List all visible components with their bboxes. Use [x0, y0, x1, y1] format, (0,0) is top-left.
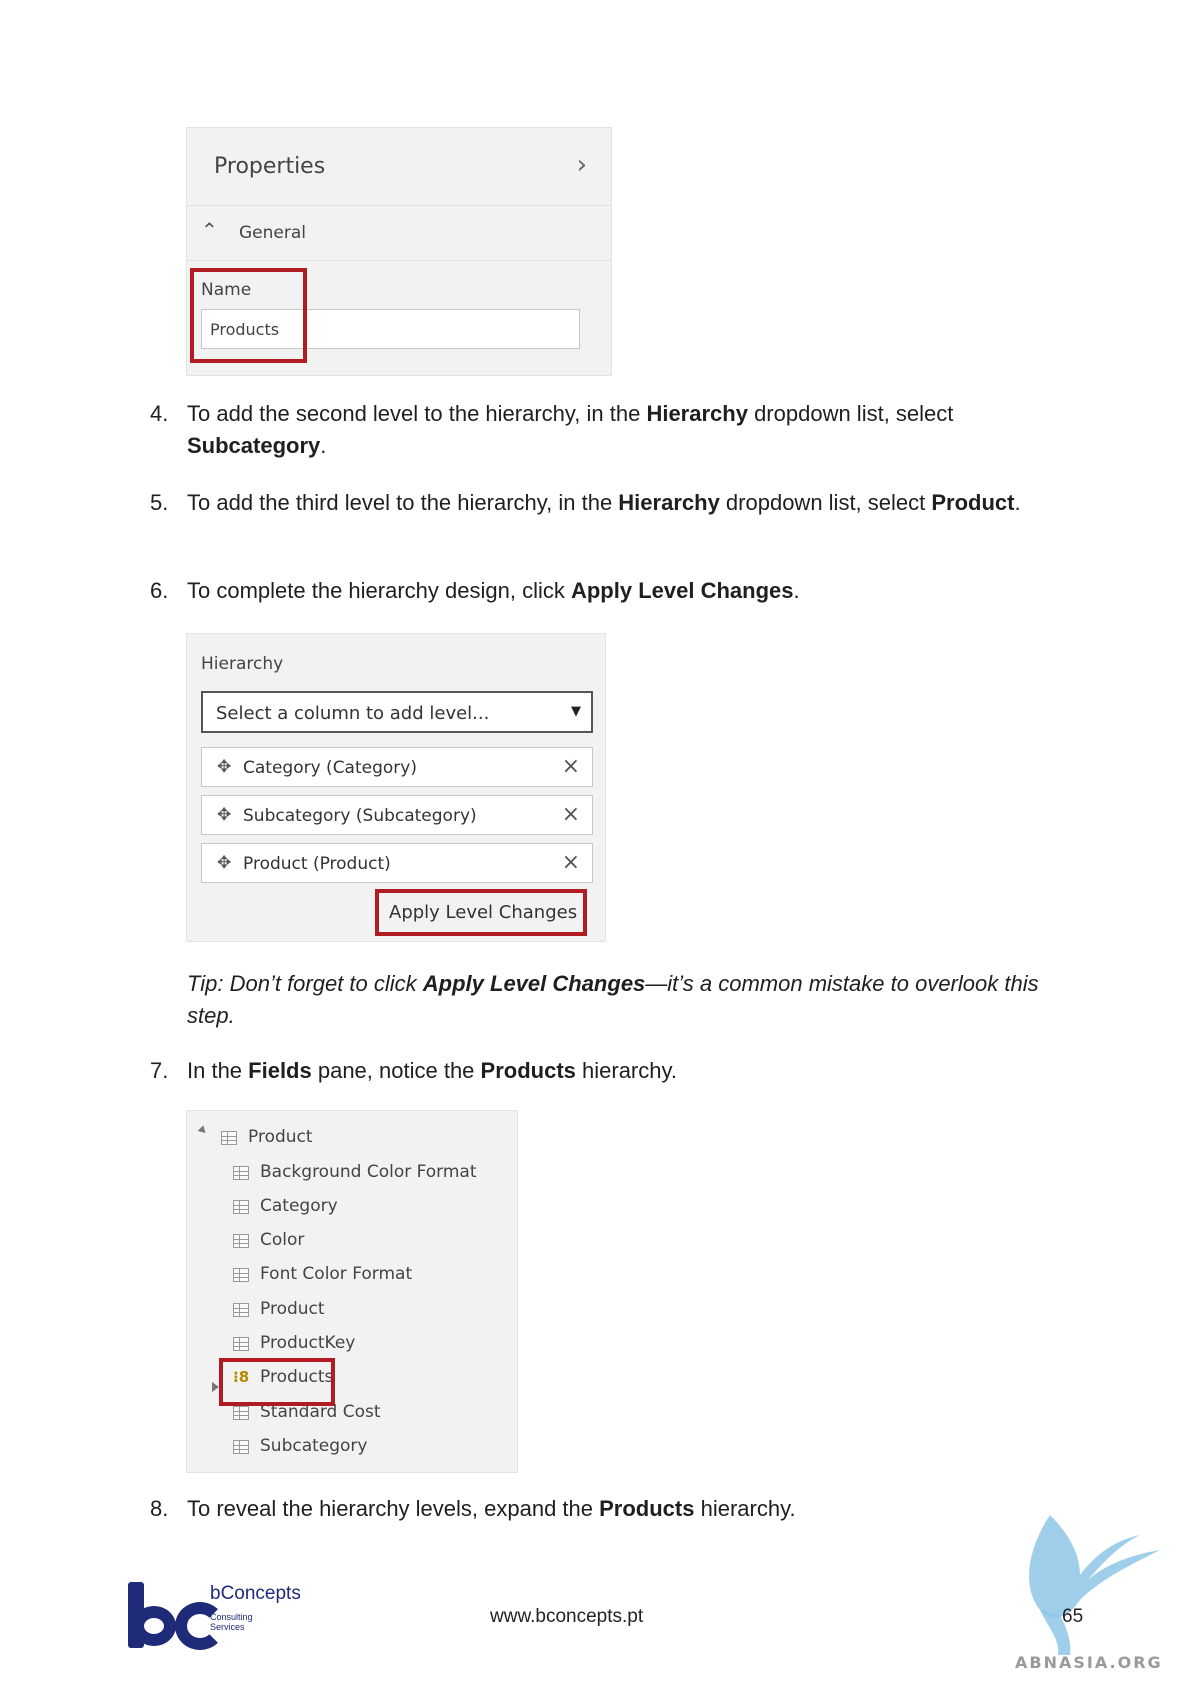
logo-subtitle: Services: [210, 1622, 245, 1632]
step-4: 4. To add the second level to the hierar…: [150, 398, 1030, 468]
hierarchy-level[interactable]: ✥ Product (Product) ×: [201, 843, 593, 883]
step-7: 7. In the Fields pane, notice the Produc…: [150, 1055, 1030, 1091]
field-icon: [233, 1200, 249, 1214]
logo-subtitle: Consulting: [210, 1612, 253, 1622]
step-8: 8. To reveal the hierarchy levels, expan…: [150, 1493, 1030, 1529]
text-run: Tip: Don’t forget to click: [187, 971, 423, 996]
field-name: Color: [260, 1230, 305, 1250]
dropdown-arrow-icon: ▼: [571, 704, 581, 719]
step-number: 6.: [150, 578, 169, 603]
fields-screenshot: Product Background Color Format Category…: [186, 1110, 518, 1473]
field-name: Category: [260, 1196, 338, 1216]
step-text: To reveal the hierarchy levels, expand t…: [187, 1493, 1032, 1525]
dropdown-placeholder: Select a column to add level...: [216, 703, 490, 724]
step-text: To add the third level to the hierarchy,…: [187, 487, 1032, 519]
bold-run: Fields: [248, 1058, 312, 1083]
bold-run: Products: [599, 1496, 695, 1521]
field-icon: [233, 1440, 249, 1454]
apply-level-changes-button[interactable]: Apply Level Changes: [375, 889, 587, 936]
field-name: Subcategory: [260, 1436, 368, 1456]
hierarchy-level[interactable]: ✥ Subcategory (Subcategory) ×: [201, 795, 593, 835]
step-number: 4.: [150, 401, 169, 426]
field-icon: [233, 1337, 249, 1351]
close-icon[interactable]: ×: [562, 754, 580, 779]
bold-run: Products: [480, 1058, 576, 1083]
step-6: 6. To complete the hierarchy design, cli…: [150, 575, 1030, 611]
dragon-shape: [1029, 1515, 1160, 1618]
move-icon[interactable]: ✥: [217, 805, 231, 825]
highlight-box: [190, 268, 307, 363]
level-label: Product (Product): [243, 854, 391, 874]
page-number: 65: [1062, 1606, 1084, 1627]
general-section-header[interactable]: ⌃ General: [187, 206, 611, 261]
field-icon: [233, 1166, 249, 1180]
table-icon: [221, 1131, 237, 1145]
watermark-logo: ABNASIA.ORG: [1015, 1515, 1163, 1672]
step-text: In the Fields pane, notice the Products …: [187, 1055, 1032, 1087]
watermark-text: ABNASIA.ORG: [1015, 1653, 1163, 1672]
close-icon[interactable]: ×: [562, 802, 580, 827]
properties-header: Properties ›: [187, 128, 611, 206]
bold-run: Apply Level Changes: [570, 578, 794, 603]
tip-note: Tip: Don’t forget to click Apply Level C…: [187, 968, 1067, 1032]
step-number: 7.: [150, 1058, 169, 1083]
logo-brand: bConcepts: [210, 1583, 301, 1604]
logo-mark: [132, 1606, 176, 1646]
text-run: hierarchy.: [694, 1496, 796, 1521]
step-number: 5.: [150, 490, 169, 515]
field-name: Background Color Format: [260, 1162, 477, 1182]
level-label: Category (Category): [243, 758, 417, 778]
text-run: .: [320, 433, 327, 458]
bold-run: Hierarchy: [618, 490, 720, 515]
expand-triangle-icon[interactable]: [197, 1125, 209, 1136]
move-icon[interactable]: ✥: [217, 757, 231, 777]
properties-screenshot: Properties › ⌃ General Name Products: [186, 127, 612, 376]
apply-button-label: Apply Level Changes: [389, 902, 578, 923]
field-name: ProductKey: [260, 1333, 356, 1353]
properties-title: Properties: [214, 154, 326, 179]
text-run: To reveal the hierarchy levels, expand t…: [187, 1496, 600, 1521]
text-run: To add the third level to the hierarchy,…: [187, 490, 619, 515]
text-run: hierarchy.: [575, 1058, 677, 1083]
step-number: 8.: [150, 1496, 169, 1521]
close-icon[interactable]: ×: [562, 850, 580, 875]
field-name: Font Color Format: [260, 1264, 413, 1284]
text-run: dropdown list, select: [747, 401, 954, 426]
text-run: pane, notice the: [311, 1058, 481, 1083]
field-icon: [233, 1303, 249, 1317]
text-run: .: [793, 578, 800, 603]
text-run: .: [1014, 490, 1021, 515]
hierarchy-screenshot: Hierarchy Select a column to add level..…: [186, 633, 606, 942]
bold-run: Hierarchy: [646, 401, 748, 426]
step-text: To add the second level to the hierarchy…: [187, 398, 1032, 462]
text-run: To complete the hierarchy design, click: [187, 578, 571, 603]
bold-run: Product: [931, 490, 1015, 515]
hierarchy-dropdown[interactable]: Select a column to add level... ▼: [201, 691, 593, 733]
text-run: To add the second level to the hierarchy…: [187, 401, 647, 426]
level-label: Subcategory (Subcategory): [243, 806, 477, 826]
step-5: 5. To add the third level to the hierarc…: [150, 487, 1030, 557]
chevron-up-icon[interactable]: ⌃: [201, 218, 218, 242]
bold-run: Subcategory: [187, 433, 321, 458]
table-name: Product: [248, 1127, 313, 1147]
step-text: To complete the hierarchy design, click …: [187, 575, 1032, 607]
text-run: In the: [187, 1058, 249, 1083]
field-icon: [233, 1234, 249, 1248]
general-section-label: General: [239, 223, 306, 243]
text-run: dropdown list, select: [719, 490, 932, 515]
field-icon: [233, 1268, 249, 1282]
field-name: Product: [260, 1299, 325, 1319]
move-icon[interactable]: ✥: [217, 853, 231, 873]
collapse-triangle-icon[interactable]: [212, 1382, 219, 1392]
chevron-right-icon[interactable]: ›: [577, 150, 587, 180]
hierarchy-label: Hierarchy: [201, 654, 284, 674]
hierarchy-level[interactable]: ✥ Category (Category) ×: [201, 747, 593, 787]
footer-url[interactable]: www.bconcepts.pt: [490, 1606, 643, 1628]
highlight-box: [219, 1358, 335, 1406]
field-icon: [233, 1406, 249, 1420]
bold-run: Apply Level Changes: [422, 971, 646, 996]
bconcepts-logo: bConcepts Consulting Services: [128, 1582, 308, 1652]
